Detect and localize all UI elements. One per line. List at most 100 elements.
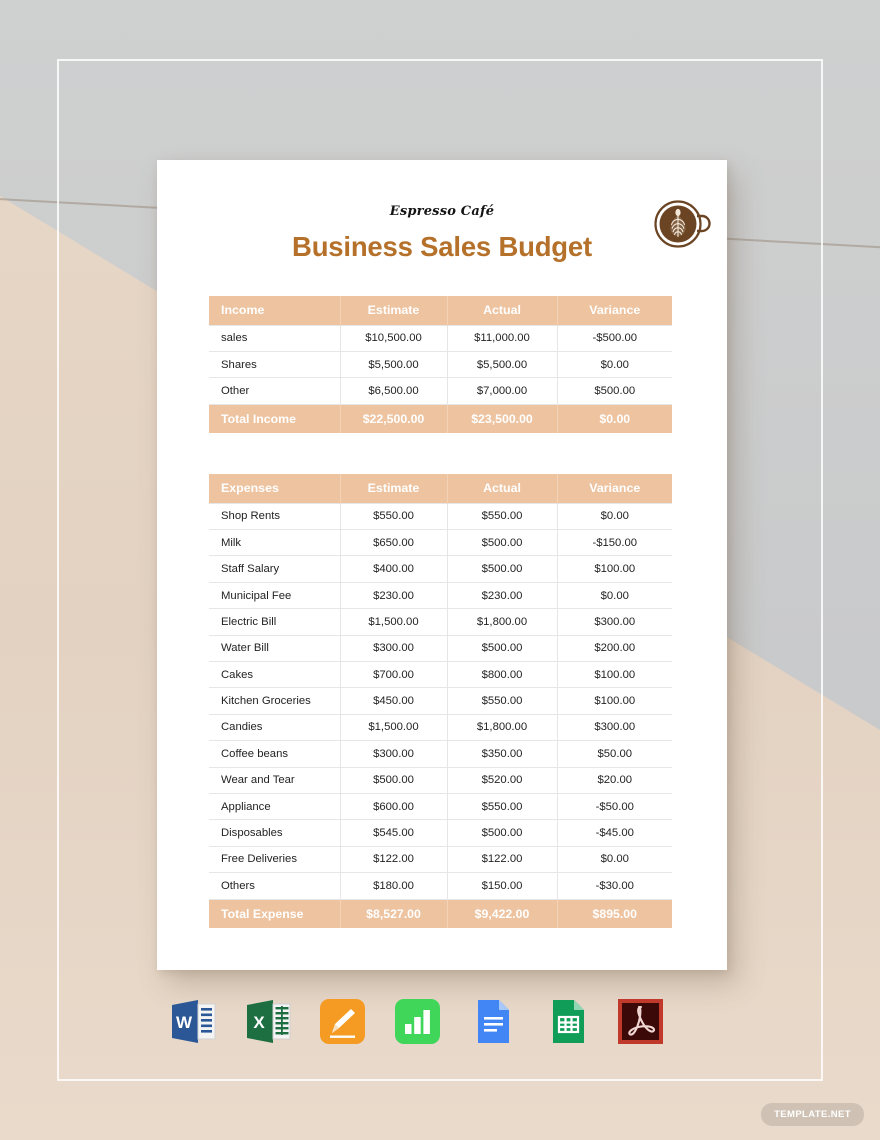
apple-pages-icon[interactable]: [316, 995, 369, 1048]
income-col-variance: Variance: [557, 296, 672, 325]
expenses-table-header-row: Expenses Estimate Actual Variance: [209, 474, 672, 504]
table-row: Disposables $545.00 $500.00 -$45.00: [209, 819, 672, 847]
adobe-pdf-icon[interactable]: [614, 995, 667, 1048]
row-label: Staff Salary: [209, 555, 341, 583]
total-variance: $895.00: [557, 899, 672, 929]
row-label: Wear and Tear: [209, 767, 341, 794]
table-row: Appliance $600.00 $550.00 -$50.00: [209, 793, 672, 821]
row-estimate: $300.00: [340, 740, 448, 768]
row-actual: $500.00: [447, 529, 558, 557]
row-actual: $800.00: [447, 661, 558, 689]
table-row: Coffee beans $300.00 $350.00 $50.00: [209, 740, 672, 768]
row-actual: $230.00: [447, 582, 558, 610]
format-icons-row: W X: [157, 993, 677, 1049]
row-label: Candies: [209, 714, 341, 742]
row-actual: $1,800.00: [447, 714, 558, 742]
expenses-table: Expenses Estimate Actual Variance Shop R…: [209, 474, 672, 929]
income-total-row: Total Income $22,500.00 $23,500.00 $0.00: [209, 404, 672, 434]
row-variance: -$150.00: [557, 529, 672, 557]
table-row: Shop Rents $550.00 $550.00 $0.00: [209, 502, 672, 531]
table-row: Cakes $700.00 $800.00 $100.00: [209, 661, 672, 689]
row-label: Others: [209, 872, 341, 900]
row-estimate: $230.00: [340, 582, 448, 610]
row-variance: -$500.00: [557, 324, 672, 352]
row-label: sales: [209, 324, 341, 352]
expenses-col-actual: Actual: [447, 474, 558, 504]
table-row: Candies $1,500.00 $1,800.00 $300.00: [209, 714, 672, 742]
row-estimate: $122.00: [340, 846, 448, 874]
row-variance: $0.00: [557, 502, 672, 531]
microsoft-word-icon[interactable]: W: [167, 995, 220, 1048]
svg-text:X: X: [253, 1013, 265, 1032]
row-actual: $350.00: [447, 740, 558, 768]
row-variance: $100.00: [557, 661, 672, 689]
row-estimate: $1,500.00: [340, 714, 448, 742]
row-variance: -$50.00: [557, 793, 672, 821]
table-row: Shares $5,500.00 $5,500.00 $0.00: [209, 351, 672, 379]
row-label: Shares: [209, 351, 341, 379]
income-col-actual: Actual: [447, 296, 558, 325]
table-row: Milk $650.00 $500.00 -$150.00: [209, 529, 672, 557]
table-row: Wear and Tear $500.00 $520.00 $20.00: [209, 767, 672, 794]
row-label: Appliance: [209, 793, 341, 821]
row-estimate: $600.00: [340, 793, 448, 821]
row-variance: $500.00: [557, 377, 672, 405]
row-label: Coffee beans: [209, 740, 341, 768]
page-title: Business Sales Budget: [292, 231, 592, 262]
total-estimate: $8,527.00: [340, 899, 448, 929]
total-actual: $23,500.00: [447, 404, 558, 434]
row-variance: $20.00: [557, 767, 672, 794]
row-estimate: $10,500.00: [340, 324, 448, 352]
row-variance: $100.00: [557, 687, 672, 715]
row-variance: $200.00: [557, 635, 672, 663]
row-estimate: $400.00: [340, 555, 448, 583]
document-header: Espresso Café Business Sales Budget: [209, 200, 711, 263]
row-label: Cakes: [209, 661, 341, 689]
table-row: Kitchen Groceries $450.00 $550.00 $100.00: [209, 687, 672, 715]
row-actual: $520.00: [447, 767, 558, 794]
income-table: Income Estimate Actual Variance sales $1…: [209, 296, 672, 434]
row-actual: $5,500.00: [447, 351, 558, 379]
row-label: Free Deliveries: [209, 846, 341, 874]
row-variance: $300.00: [557, 608, 672, 636]
expenses-table-body: Shop Rents $550.00 $550.00 $0.00 Milk $650.00…: [209, 502, 672, 929]
row-estimate: $300.00: [340, 635, 448, 663]
table-row: Free Deliveries $122.00 $122.00 $0.00: [209, 846, 672, 874]
row-actual: $150.00: [447, 872, 558, 900]
google-docs-icon[interactable]: [465, 995, 518, 1048]
coffee-cup-latte-icon: [654, 200, 711, 248]
table-row: Water Bill $300.00 $500.00 $200.00: [209, 635, 672, 663]
row-label: Electric Bill: [209, 608, 341, 636]
row-estimate: $1,500.00: [340, 608, 448, 636]
income-col-label: Income: [209, 296, 341, 325]
row-label: Disposables: [209, 819, 341, 847]
row-variance: $50.00: [557, 740, 672, 768]
row-estimate: $5,500.00: [340, 351, 448, 379]
expenses-col-estimate: Estimate: [340, 474, 448, 504]
row-variance: $300.00: [557, 714, 672, 742]
row-actual: $7,000.00: [447, 377, 558, 405]
microsoft-excel-icon[interactable]: X: [242, 995, 295, 1048]
google-sheets-icon[interactable]: [540, 995, 593, 1048]
row-label: Water Bill: [209, 635, 341, 663]
table-row: Other $6,500.00 $7,000.00 $500.00: [209, 377, 672, 405]
table-row: Others $180.00 $150.00 -$30.00: [209, 872, 672, 900]
table-row: Electric Bill $1,500.00 $1,800.00 $300.00: [209, 608, 672, 636]
row-actual: $500.00: [447, 555, 558, 583]
document-card: Espresso Café Business Sales Budget Inco…: [157, 160, 727, 970]
row-estimate: $180.00: [340, 872, 448, 900]
table-row: sales $10,500.00 $11,000.00 -$500.00: [209, 324, 672, 352]
row-label: Kitchen Groceries: [209, 687, 341, 715]
brand-name: Espresso Café: [389, 204, 495, 219]
row-actual: $1,800.00: [447, 608, 558, 636]
row-actual: $500.00: [447, 819, 558, 847]
row-estimate: $700.00: [340, 661, 448, 689]
row-actual: $500.00: [447, 635, 558, 663]
total-estimate: $22,500.00: [340, 404, 448, 434]
row-estimate: $6,500.00: [340, 377, 448, 405]
row-estimate: $500.00: [340, 767, 448, 794]
svg-text:W: W: [176, 1013, 193, 1032]
table-row: Municipal Fee $230.00 $230.00 $0.00: [209, 582, 672, 610]
total-label: Total Income: [209, 404, 341, 434]
apple-numbers-icon[interactable]: [391, 995, 444, 1048]
